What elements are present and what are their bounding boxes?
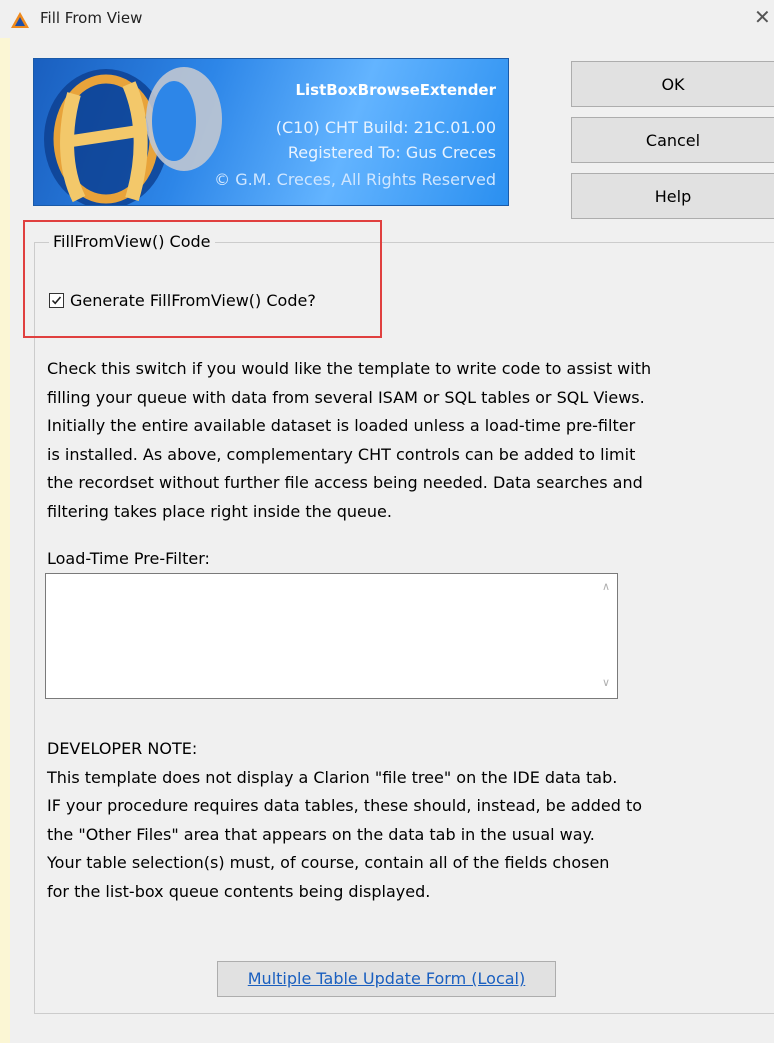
scroll-down-icon[interactable]: ∨ (602, 676, 612, 689)
note-line: for the list-box queue contents being di… (47, 881, 431, 901)
banner-product-name: ListBoxBrowseExtender (295, 81, 496, 99)
textarea-scrollbar[interactable]: ∧ ∨ (597, 574, 617, 698)
generate-code-checkbox-row[interactable]: Generate FillFromView() Code? (49, 289, 316, 311)
description-line: Check this switch if you would like the … (47, 359, 652, 378)
description-line: Initially the entire available dataset i… (47, 416, 636, 435)
window-title: Fill From View (40, 9, 143, 27)
note-line: DEVELOPER NOTE: (47, 739, 198, 758)
description-line: the recordset without further file acces… (47, 473, 643, 492)
note-line: the "Other Files" area that appears on t… (47, 824, 595, 844)
developer-note: DEVELOPER NOTE: This template does not d… (47, 735, 747, 906)
description-line: is installed. As above, complementary CH… (47, 444, 636, 464)
ok-button[interactable]: OK (571, 61, 774, 107)
note-line: IF your procedure requires data tables, … (47, 796, 643, 815)
note-line: This template does not display a Clarion… (47, 767, 618, 787)
description-line: filtering takes place right inside the q… (47, 501, 392, 521)
close-icon[interactable]: ✕ (754, 5, 774, 29)
highlight-box (23, 220, 382, 338)
cancel-button[interactable]: Cancel (571, 117, 774, 163)
generate-code-checkbox[interactable] (49, 292, 64, 308)
banner-build: (C10) CHT Build: 21C.01.00 (275, 118, 496, 137)
scroll-up-icon[interactable]: ∧ (602, 580, 612, 593)
title-bar: Fill From View ✕ (0, 0, 774, 38)
description-line: filling your queue with data from severa… (47, 387, 645, 407)
clarion-triangle-icon (11, 12, 29, 28)
cht-logo-icon (44, 67, 222, 205)
description-text: Check this switch if you would like the … (47, 355, 747, 526)
note-line: Your table selection(s) must, of course,… (47, 853, 610, 872)
left-edge-strip (0, 0, 10, 1043)
help-button[interactable]: Help (571, 173, 774, 219)
banner-registered: Registered To: Gus Creces (287, 143, 496, 162)
banner-copyright: © G.M. Creces, All Rights Reserved (214, 170, 496, 189)
multiple-table-update-form-button[interactable]: Multiple Table Update Form (Local) (217, 961, 556, 997)
generate-code-label: Generate FillFromView() Code? (70, 290, 316, 310)
prefilter-label: Load-Time Pre-Filter: (47, 549, 210, 568)
prefilter-textarea[interactable]: ∧ ∨ (45, 573, 618, 699)
checkmark-icon (51, 295, 62, 304)
product-banner: ListBoxBrowseExtender (C10) CHT Build: 2… (33, 58, 509, 206)
